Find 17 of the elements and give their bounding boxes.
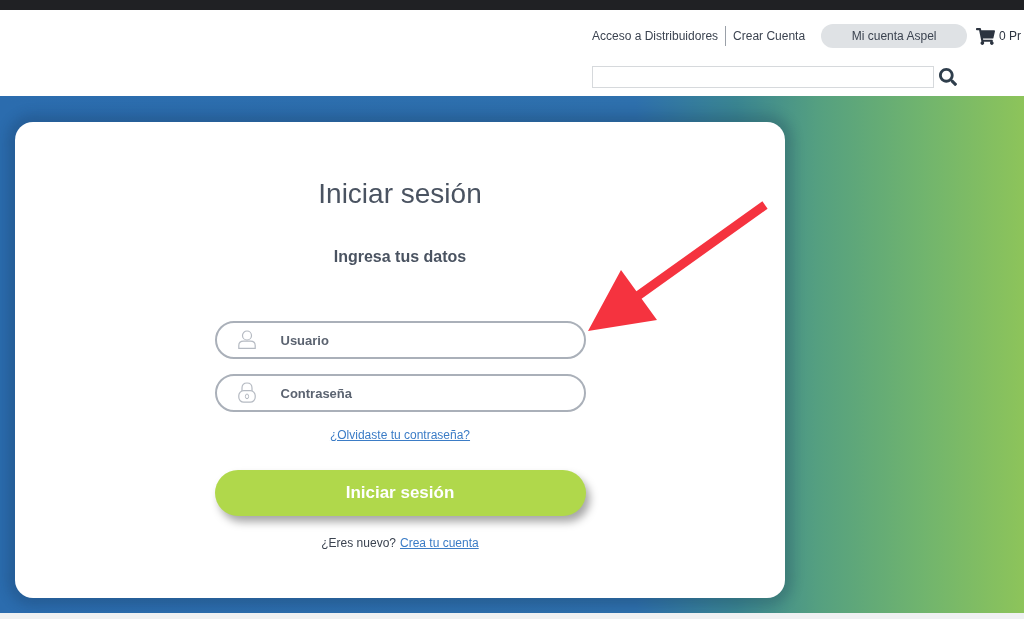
header-link[interactable]: Acceso a Distribuidores: [592, 27, 719, 45]
username-field[interactable]: Usuario: [214, 321, 586, 359]
search-icon: [939, 68, 957, 86]
padlock-icon: [237, 382, 256, 403]
search-field[interactable]: [592, 66, 934, 88]
page-title: Iniciar sesión: [318, 177, 482, 211]
user-icon: [237, 330, 256, 349]
cart-link[interactable]: 0 Pr: [976, 27, 1022, 45]
forgot-password-link[interactable]: ¿Olvidaste tu contraseña?: [329, 427, 471, 443]
header-link[interactable]: Crear Cuenta: [733, 27, 806, 45]
password-field[interactable]: Contraseña: [214, 374, 586, 412]
form-subtitle: Ingresa tus datos: [333, 247, 467, 267]
create-account-link[interactable]: Crea tu cuenta: [400, 535, 479, 551]
search-button[interactable]: [938, 67, 958, 87]
cart-icon: [976, 27, 996, 45]
account-button[interactable]: Mi cuenta Aspel: [821, 24, 968, 48]
signup-prompt: ¿Eres nuevo?: [321, 535, 396, 551]
